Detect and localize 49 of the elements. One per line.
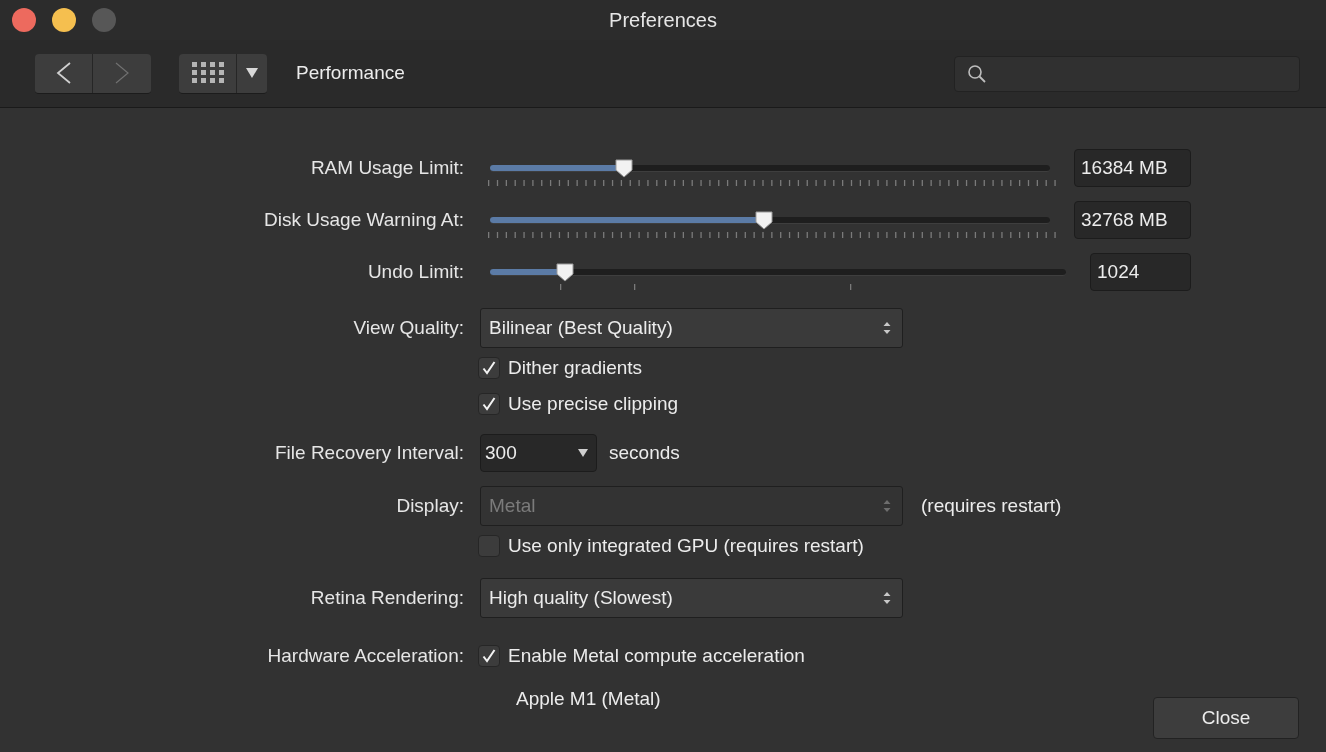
caret-icon [246,68,258,78]
chevron-left-icon [55,61,72,85]
slider-thumb[interactable] [614,157,635,178]
checkmark-icon [481,360,497,376]
checkbox-label: Enable Metal compute acceleration [508,643,805,668]
grid-view-button[interactable] [179,53,237,93]
stepper-arrows-icon [883,499,891,513]
interval-combo[interactable]: 300 [480,434,597,472]
dropdown[interactable]: High quality (Slowest) [480,578,903,618]
setting-label: Undo Limit: [367,259,464,284]
caret-icon [578,449,588,457]
checkbox[interactable] [478,393,500,415]
grid-icon [191,62,224,84]
value-field[interactable]: 32768 MB [1074,201,1191,239]
stepper-arrows-icon [883,591,891,605]
setting-label: RAM Usage Limit: [310,155,464,180]
window-title: Preferences [609,8,717,33]
back-button[interactable] [35,53,93,93]
checkbox[interactable] [478,357,500,379]
checkbox-label: Use precise clipping [508,391,679,416]
minimize-button[interactable] [52,8,76,32]
checkbox-label: Dither gradients [508,355,643,380]
search-field[interactable] [954,55,1300,92]
checkbox-label: Use only integrated GPU (requires restart) [508,533,864,558]
close-dialog-button[interactable]: Close [1153,697,1299,739]
checkmark-icon [481,396,497,412]
page-title: Performance [296,61,405,86]
value-field[interactable]: 1024 [1090,253,1191,291]
unit-label: seconds [609,440,680,465]
close-button[interactable] [12,8,36,32]
setting-label: Retina Rendering: [310,585,464,610]
slider-thumb[interactable] [554,261,575,282]
stepper-arrows-icon [883,321,891,335]
setting-label: Disk Usage Warning At: [264,207,464,232]
dropdown[interactable]: Bilinear (Best Quality) [480,308,903,348]
value-field[interactable]: 16384 MB [1074,149,1191,187]
slider-thumb[interactable] [754,209,775,230]
checkbox[interactable] [478,645,500,667]
chevron-right-icon [114,61,130,85]
dropdown-button[interactable] [237,53,267,93]
setting-label: View Quality: [353,315,464,340]
search-icon [967,63,987,84]
checkmark-icon [481,648,497,664]
gpu-name: Apple M1 (Metal) [516,687,661,709]
restart-note: (requires restart) [921,493,1062,518]
dropdown: Metal [480,486,903,526]
setting-label: Hardware Acceleration: [267,643,464,668]
setting-label: Display: [396,493,464,518]
setting-label: File Recovery Interval: [275,440,464,465]
